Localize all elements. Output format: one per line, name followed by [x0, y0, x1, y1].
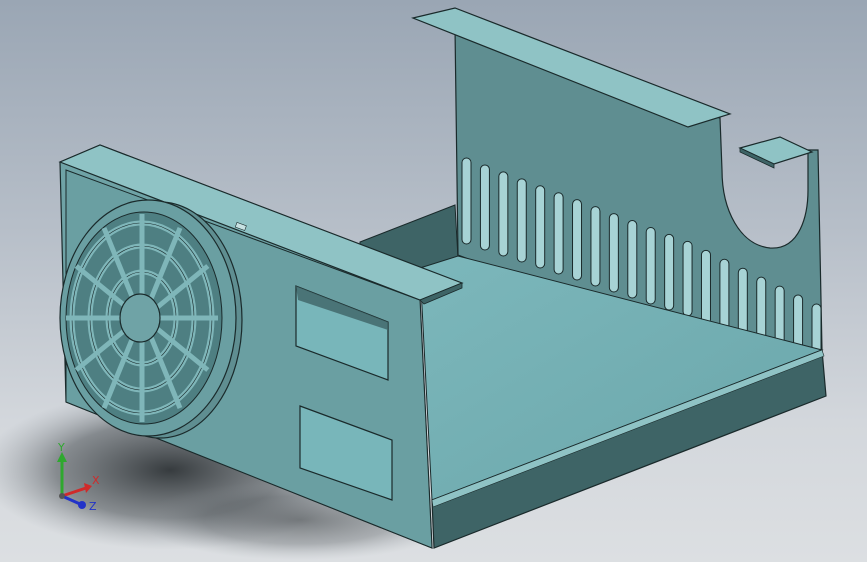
enclosure-model[interactable]: [0, 0, 867, 562]
fan-grille: [59, 199, 243, 439]
cad-viewport[interactable]: Y X Z: [0, 0, 867, 562]
vent-slot: [516, 178, 527, 263]
vent-slot: [664, 233, 675, 311]
coordinate-triad: Y X Z: [57, 441, 100, 513]
x-axis-label: X: [92, 474, 100, 487]
triad-origin: [59, 493, 65, 499]
vent-slot: [627, 220, 638, 299]
vent-slot: [590, 206, 601, 287]
z-axis-label: Z: [89, 500, 97, 513]
right-tab-flange: [738, 136, 814, 165]
vent-slot: [461, 157, 472, 245]
vent-slot: [608, 213, 619, 293]
vent-slot: [645, 226, 656, 305]
vent-slot: [719, 258, 730, 333]
vent-slot: [498, 171, 509, 257]
z-axis-dot: [78, 501, 86, 509]
vent-slot: [700, 249, 711, 325]
vent-slot: [479, 164, 490, 251]
vent-slot: [572, 199, 583, 281]
x-axis-arrow: [84, 483, 92, 493]
vent-slot: [553, 192, 564, 275]
vent-slot: [535, 185, 546, 269]
y-axis-label: Y: [57, 441, 65, 454]
vent-slot: [682, 240, 693, 317]
x-axis-line: [61, 486, 87, 498]
fan-hub: [119, 293, 161, 343]
